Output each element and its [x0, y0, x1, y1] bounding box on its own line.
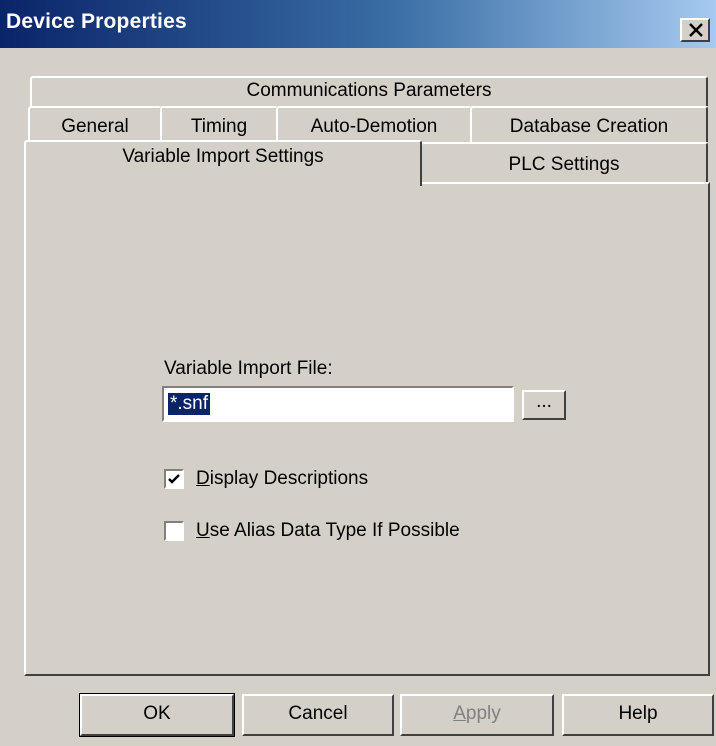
apply-button[interactable]: Apply: [400, 694, 554, 736]
close-icon: [689, 23, 703, 37]
checkbox-checked[interactable]: [164, 469, 184, 489]
cancel-button[interactable]: Cancel: [242, 694, 394, 736]
tab-database-creation[interactable]: Database Creation: [470, 106, 708, 142]
tab-communications-parameters[interactable]: Communications Parameters: [30, 76, 708, 106]
tab-timing[interactable]: Timing: [160, 106, 278, 142]
display-descriptions-checkbox[interactable]: Display Descriptions: [164, 468, 368, 490]
ok-button[interactable]: OK: [79, 693, 235, 737]
file-input-value: *.snf: [168, 393, 211, 415]
variable-import-file-input[interactable]: *.snf: [162, 386, 514, 422]
label-rest: pply: [465, 703, 501, 724]
close-button[interactable]: [680, 18, 710, 42]
tab-label: Communications Parameters: [246, 80, 492, 101]
tab-label: Timing: [190, 116, 248, 137]
help-button[interactable]: Help: [562, 694, 714, 736]
checkbox-unchecked[interactable]: [164, 521, 184, 541]
tab-label: Database Creation: [509, 116, 669, 137]
hotkey-letter: U: [196, 520, 210, 541]
tab-auto-demotion[interactable]: Auto-Demotion: [276, 106, 472, 142]
tab-plc-settings[interactable]: PLC Settings: [420, 142, 708, 184]
hotkey-letter: D: [196, 468, 210, 489]
use-alias-label: Use Alias Data Type If Possible: [196, 520, 460, 542]
label-rest: se Alias Data Type If Possible: [209, 520, 460, 541]
tab-general[interactable]: General: [28, 106, 162, 142]
display-descriptions-label: Display Descriptions: [196, 468, 368, 490]
tab-panel: [24, 182, 710, 676]
variable-import-file-label: Variable Import File:: [164, 358, 333, 379]
browse-button[interactable]: ...: [522, 390, 566, 420]
use-alias-data-type-checkbox[interactable]: Use Alias Data Type If Possible: [164, 520, 460, 542]
tab-label: PLC Settings: [508, 154, 620, 175]
checkmark-icon: [168, 474, 180, 484]
device-properties-dialog: Device Properties Communications Paramet…: [0, 0, 716, 746]
label-rest: isplay Descriptions: [209, 468, 369, 489]
tab-variable-import-settings[interactable]: Variable Import Settings: [24, 140, 422, 186]
window-title: Device Properties: [6, 10, 187, 33]
tab-label: Auto-Demotion: [310, 116, 438, 137]
title-bar[interactable]: Device Properties: [0, 0, 716, 48]
tab-label: Variable Import Settings: [122, 146, 324, 167]
hotkey-letter: A: [453, 703, 466, 724]
tab-label: General: [61, 116, 129, 137]
